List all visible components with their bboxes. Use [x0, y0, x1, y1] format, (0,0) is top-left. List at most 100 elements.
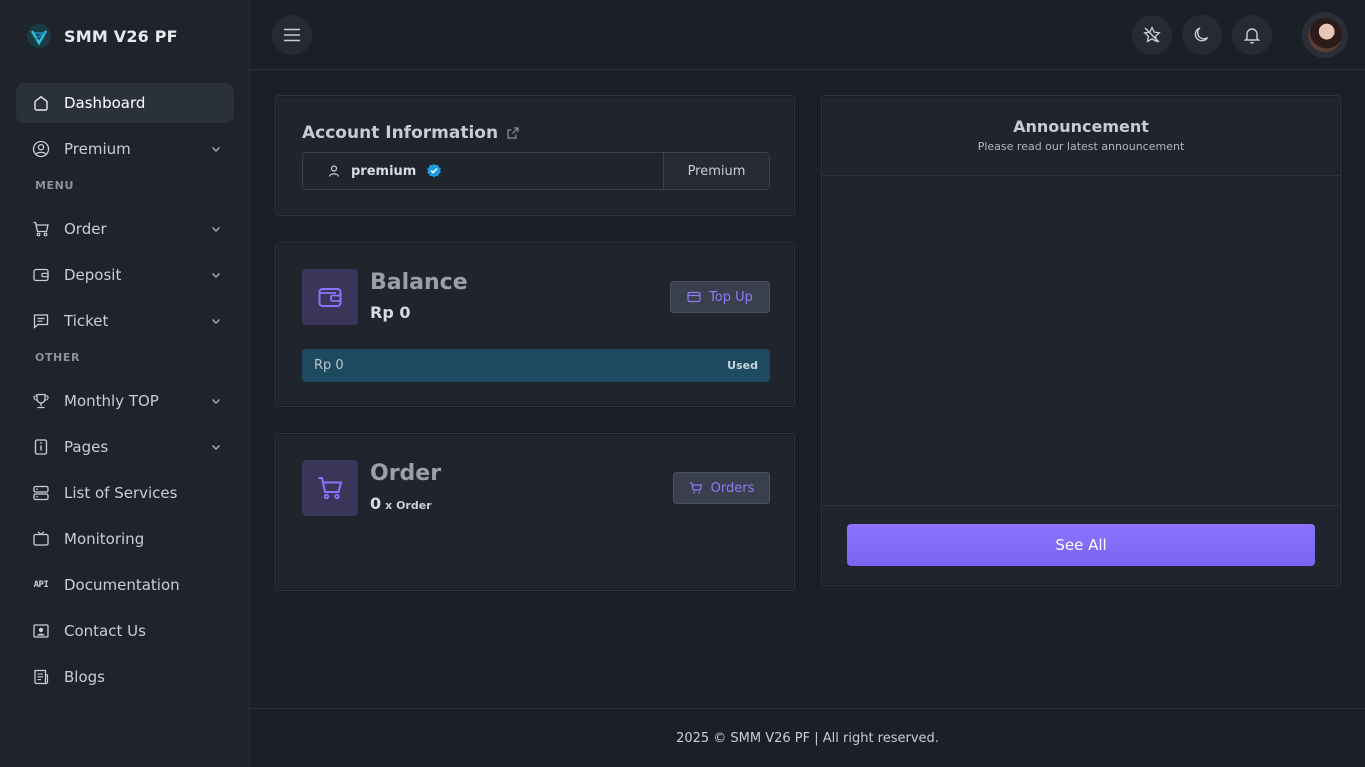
moon-icon	[1194, 27, 1209, 42]
sidebar: SMM V26 PF Dashboard Premium MENU Order	[0, 0, 250, 767]
sidebar-item-deposit[interactable]: Deposit	[16, 255, 234, 295]
verified-badge-icon	[427, 163, 442, 178]
hamburger-icon	[284, 28, 300, 42]
sidebar-item-contact-us[interactable]: Contact Us	[16, 611, 234, 651]
menu-toggle-button[interactable]	[272, 15, 312, 55]
balance-value: Rp 0	[370, 303, 411, 322]
chevron-down-icon	[212, 273, 220, 278]
sidebar-item-label: Premium	[64, 140, 131, 158]
orders-button[interactable]: Orders	[673, 472, 770, 504]
order-count: 0	[370, 494, 382, 513]
chevron-down-icon	[212, 147, 220, 152]
used-label: Used	[727, 359, 758, 372]
wallet-icon	[318, 288, 342, 307]
order-icon-box	[302, 460, 358, 516]
api-icon: API	[32, 576, 50, 594]
sidebar-item-label: Blogs	[64, 668, 105, 686]
contact-card-icon	[32, 622, 50, 640]
announcement-title: Announcement	[1013, 117, 1149, 136]
sidebar-item-list-of-services[interactable]: List of Services	[16, 473, 234, 513]
announcement-footer: See All	[822, 505, 1340, 585]
brand[interactable]: SMM V26 PF	[26, 22, 178, 50]
sidebar-item-pages[interactable]: Pages	[16, 427, 234, 467]
account-info-box: premium Premium	[302, 152, 770, 190]
account-title-row: Account Information	[302, 123, 520, 143]
favorites-button[interactable]	[1132, 15, 1172, 55]
brand-name: SMM V26 PF	[64, 26, 178, 46]
top-up-button[interactable]: Top Up	[670, 281, 770, 313]
sidebar-item-label: Documentation	[64, 576, 180, 594]
brand-logo-icon	[27, 24, 51, 48]
external-link-icon[interactable]	[506, 126, 520, 140]
cart-icon	[32, 220, 50, 238]
sidebar-item-label: Ticket	[64, 312, 109, 330]
announcement-subtitle: Please read our latest announcement	[977, 140, 1185, 153]
sidebar-item-label: Dashboard	[64, 94, 146, 112]
sidebar-item-label: Monthly TOP	[64, 392, 159, 410]
sidebar-item-monthly-top[interactable]: Monthly TOP	[16, 381, 234, 421]
user-icon	[328, 165, 340, 177]
chevron-down-icon	[212, 319, 220, 324]
account-user: premium	[303, 153, 663, 189]
sidebar-section-other: OTHER	[35, 351, 81, 364]
sidebar-item-label: Monitoring	[64, 530, 145, 548]
announcement-header: Announcement Please read our latest anno…	[822, 96, 1340, 176]
sidebar-item-order[interactable]: Order	[16, 209, 234, 249]
sidebar-item-label: Order	[64, 220, 107, 238]
account-plan-badge: Premium	[663, 153, 769, 189]
announcement-card: Announcement Please read our latest anno…	[821, 95, 1341, 586]
copyright-text: 2025 © SMM V26 PF | All right reserved.	[676, 730, 939, 746]
sidebar-item-label: List of Services	[64, 484, 178, 502]
order-unit: x Order	[385, 499, 432, 512]
card-icon	[687, 291, 701, 303]
order-card: Order 0x Order Orders	[275, 433, 795, 591]
sidebar-item-dashboard[interactable]: Dashboard	[16, 83, 234, 123]
used-progress-bar: Rp 0 Used	[302, 349, 770, 382]
chevron-down-icon	[212, 399, 220, 404]
balance-title: Balance	[370, 270, 468, 295]
orders-label: Orders	[710, 480, 755, 496]
sidebar-item-label: Contact Us	[64, 622, 146, 640]
account-info-card: Account Information premium Premium	[275, 95, 795, 216]
api-glyph: API	[33, 580, 49, 590]
chevron-down-icon	[212, 445, 220, 450]
balance-icon-box	[302, 269, 358, 325]
topbar	[250, 0, 1365, 70]
theme-toggle-button[interactable]	[1182, 15, 1222, 55]
cart-icon	[318, 477, 343, 500]
account-username: premium	[351, 163, 417, 179]
sidebar-section-menu: MENU	[35, 179, 74, 192]
used-amount: Rp 0	[314, 358, 344, 373]
top-up-label: Top Up	[709, 289, 753, 305]
sidebar-item-label: Pages	[64, 438, 109, 456]
trophy-icon	[32, 392, 50, 410]
bell-icon	[1243, 28, 1261, 44]
wallet-icon	[32, 266, 50, 284]
chevron-down-icon	[212, 227, 220, 232]
sidebar-item-documentation[interactable]: API Documentation	[16, 565, 234, 605]
order-title: Order	[370, 461, 442, 486]
info-page-icon	[32, 438, 50, 456]
page-footer: 2025 © SMM V26 PF | All right reserved.	[250, 708, 1365, 767]
user-avatar-button[interactable]	[1302, 12, 1348, 58]
sidebar-item-label: Deposit	[64, 266, 122, 284]
server-icon	[32, 484, 50, 502]
sidebar-item-ticket[interactable]: Ticket	[16, 301, 234, 341]
article-icon	[32, 668, 50, 686]
balance-card: Balance Rp 0 Top Up Rp 0 Used	[275, 242, 795, 407]
message-icon	[32, 312, 50, 330]
order-count-row: 0x Order	[370, 494, 432, 513]
account-info-title: Account Information	[302, 123, 499, 143]
notifications-button[interactable]	[1232, 15, 1272, 55]
user-circle-icon	[32, 140, 50, 158]
avatar	[1308, 18, 1342, 52]
sidebar-nav: Dashboard Premium MENU Order Deposit Tic…	[16, 83, 234, 703]
sidebar-item-premium[interactable]: Premium	[16, 129, 234, 169]
sidebar-item-monitoring[interactable]: Monitoring	[16, 519, 234, 559]
home-icon	[32, 94, 50, 112]
see-all-button[interactable]: See All	[847, 524, 1315, 566]
tv-icon	[32, 530, 50, 548]
cart-icon	[689, 482, 702, 494]
sidebar-item-blogs[interactable]: Blogs	[16, 657, 234, 697]
star-off-icon	[1143, 25, 1161, 43]
